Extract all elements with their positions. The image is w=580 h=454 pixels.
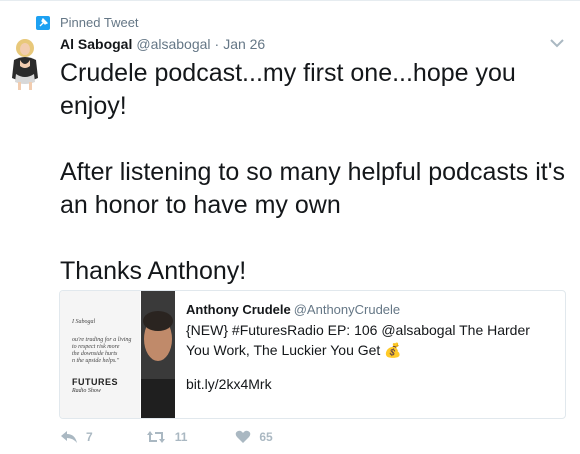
- chevron-down-icon[interactable]: [550, 38, 564, 48]
- money-bag-icon: 💰: [384, 342, 402, 358]
- quoted-tweet-body: Anthony Crudele @AnthonyCrudele {NEW} #Fu…: [186, 302, 556, 392]
- tweet-text: Crudele podcast...my first one...hope yo…: [60, 57, 570, 288]
- retweet-button[interactable]: 11: [145, 430, 188, 444]
- like-count: 65: [259, 430, 273, 444]
- tweet-line: Thanks Anthony!: [60, 257, 247, 285]
- pinned-indicator: Pinned Tweet: [36, 15, 139, 30]
- quoted-text-body: {NEW} #FuturesRadio EP: 106 @alsabogal T…: [186, 322, 530, 358]
- tweet-timestamp[interactable]: Jan 26: [223, 36, 265, 52]
- pinned-label: Pinned Tweet: [60, 15, 139, 30]
- quoted-author-name[interactable]: Anthony Crudele: [186, 302, 291, 317]
- thumb-brand-sub: Radio Show: [72, 388, 101, 394]
- reply-icon: [61, 431, 77, 443]
- thumb-quote-line: to respect risk more: [72, 344, 120, 350]
- quoted-link[interactable]: bit.ly/2kx4Mrk: [186, 376, 556, 392]
- quoted-tweet-card[interactable]: I Sabogal ou're trading for a living to …: [59, 290, 566, 419]
- tweet-line: After listening to so many helpful podca…: [60, 158, 566, 219]
- like-button[interactable]: 65: [235, 430, 273, 444]
- tweet[interactable]: Pinned Tweet Al Sabogal @alsabogal · Jan 26…: [0, 0, 580, 454]
- thumb-brand: FUTURES: [72, 377, 118, 387]
- reply-count: 7: [86, 430, 93, 444]
- avatar[interactable]: [8, 38, 42, 90]
- quoted-text: {NEW} #FuturesRadio EP: 106 @alsabogal T…: [186, 320, 556, 360]
- author-name[interactable]: Al Sabogal: [60, 36, 132, 52]
- header-separator: ·: [214, 36, 220, 52]
- profile-photo: [141, 291, 175, 418]
- podcast-thumbnail: I Sabogal ou're trading for a living to …: [60, 291, 140, 418]
- quoted-header: Anthony Crudele @AnthonyCrudele: [186, 302, 556, 317]
- reply-button[interactable]: 7: [60, 430, 93, 444]
- tweet-header: Al Sabogal @alsabogal · Jan 26: [60, 36, 265, 52]
- thumb-quote-line: ou're trading for a living: [72, 337, 132, 343]
- thumb-quote-line: n the upside helps.": [72, 358, 120, 364]
- retweet-icon: [146, 431, 165, 443]
- tweet-line: Crudele podcast...my first one...hope yo…: [60, 59, 516, 120]
- pin-icon: [36, 15, 50, 30]
- divider: [0, 0, 580, 1]
- heart-icon: [236, 430, 251, 443]
- author-username[interactable]: @alsabogal: [136, 36, 210, 52]
- thumb-byline: I Sabogal: [72, 319, 96, 325]
- action-bar: 7 11 65: [60, 430, 273, 444]
- retweet-count: 11: [174, 430, 188, 444]
- thumb-quote-line: the downside hurts: [72, 351, 118, 357]
- quoted-author-username[interactable]: @AnthonyCrudele: [294, 302, 400, 317]
